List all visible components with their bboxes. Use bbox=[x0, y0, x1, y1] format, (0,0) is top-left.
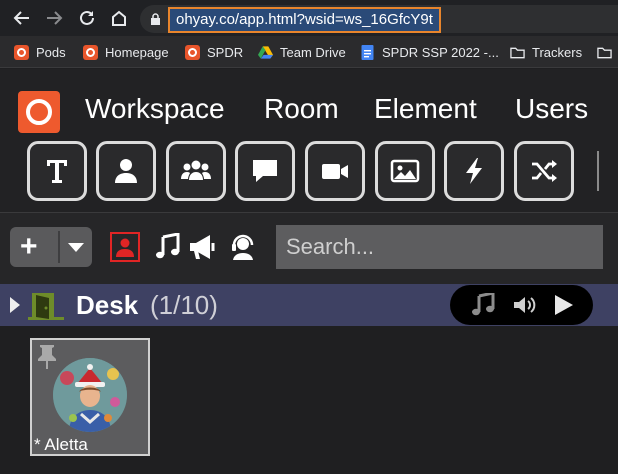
image-icon bbox=[390, 159, 420, 183]
participant-card[interactable]: * Aletta bbox=[30, 338, 150, 456]
ohyay-icon bbox=[83, 44, 98, 60]
headset-icon bbox=[232, 234, 254, 260]
search-input[interactable] bbox=[276, 225, 603, 269]
group-icon bbox=[181, 160, 211, 180]
toolbar-divider bbox=[597, 151, 599, 191]
shuffle-tool-button[interactable] bbox=[514, 141, 574, 201]
megaphone-icon bbox=[190, 235, 215, 259]
text-icon bbox=[47, 160, 67, 183]
home-button[interactable] bbox=[107, 6, 131, 30]
pin-icon[interactable] bbox=[36, 344, 58, 370]
bookmark-trackers[interactable]: Trackers bbox=[510, 43, 582, 61]
forward-button[interactable] bbox=[42, 6, 66, 30]
bookmark-label: Trackers bbox=[532, 44, 583, 60]
google-drive-icon bbox=[258, 45, 273, 59]
room-row[interactable]: Desk (1/10) bbox=[0, 284, 618, 326]
split-divider bbox=[58, 231, 60, 263]
chevron-down-icon[interactable] bbox=[68, 243, 84, 252]
lock-icon bbox=[151, 13, 160, 25]
music-mode-button[interactable] bbox=[152, 232, 182, 262]
browser-toolbar: ohyay.co/app.html?wsid=ws_16GfcY9t bbox=[0, 0, 618, 36]
home-icon bbox=[112, 10, 126, 26]
google-docs-icon bbox=[361, 44, 374, 60]
room-occupancy: (1/10) bbox=[150, 290, 218, 320]
ohyay-icon bbox=[185, 44, 200, 60]
action-tool-button[interactable] bbox=[444, 141, 504, 201]
support-mode-button[interactable] bbox=[228, 232, 258, 262]
chevron-right-icon[interactable] bbox=[10, 297, 20, 313]
menu-users[interactable]: Users bbox=[515, 93, 588, 125]
menu-element[interactable]: Element bbox=[374, 93, 477, 125]
folder-icon bbox=[510, 47, 525, 58]
play-icon[interactable] bbox=[552, 293, 574, 317]
shuffle-icon bbox=[532, 160, 557, 182]
plus-icon: + bbox=[20, 230, 38, 263]
music-note-icon bbox=[156, 233, 180, 259]
volume-icon[interactable] bbox=[512, 293, 536, 317]
bookmark-homepage[interactable]: Homepage bbox=[83, 43, 169, 61]
avatar bbox=[53, 358, 127, 432]
bookmark-folder[interactable] bbox=[597, 43, 618, 61]
reload-icon bbox=[80, 10, 94, 25]
folder-icon bbox=[597, 47, 612, 58]
bookmark-label: Homepage bbox=[105, 44, 169, 60]
bookmark-label: Team Drive bbox=[280, 44, 346, 60]
avatar-picture bbox=[53, 358, 127, 432]
ohyay-logo[interactable] bbox=[18, 91, 60, 133]
participant-mode-button[interactable] bbox=[110, 232, 140, 262]
chat-tool-button[interactable] bbox=[235, 141, 295, 201]
door-icon bbox=[28, 293, 64, 320]
broadcast-mode-button[interactable] bbox=[188, 232, 218, 262]
room-name: Desk bbox=[76, 290, 139, 320]
arrow-right-icon bbox=[47, 11, 63, 25]
reload-button[interactable] bbox=[75, 6, 99, 30]
menu-workspace[interactable]: Workspace bbox=[85, 93, 225, 125]
person-icon bbox=[116, 238, 134, 257]
room-content: * Aletta bbox=[0, 326, 618, 474]
person-tool-button[interactable] bbox=[96, 141, 156, 201]
ohyay-icon bbox=[14, 44, 29, 60]
bookmark-spdr-ssp[interactable]: SPDR SSP 2022 -... bbox=[360, 43, 499, 61]
url-text[interactable]: ohyay.co/app.html?wsid=ws_16GfcY9t bbox=[168, 7, 441, 33]
participant-name: * Aletta bbox=[34, 435, 88, 454]
music-note-icon[interactable] bbox=[470, 293, 496, 317]
bookmark-label: SPDR bbox=[207, 44, 244, 60]
image-tool-button[interactable] bbox=[375, 141, 435, 201]
video-tool-button[interactable] bbox=[305, 141, 365, 201]
video-camera-icon bbox=[322, 164, 348, 179]
group-tool-button[interactable] bbox=[166, 141, 226, 201]
bookmark-team-drive[interactable]: Team Drive bbox=[258, 43, 346, 61]
arrow-left-icon bbox=[13, 11, 29, 25]
speech-bubble-icon bbox=[253, 160, 277, 182]
app-header: Workspace Room Element Users bbox=[0, 69, 618, 212]
room-toolbar: + bbox=[0, 212, 618, 284]
room-audio-player bbox=[450, 285, 593, 325]
add-element-button[interactable]: + bbox=[10, 227, 92, 267]
menu-room[interactable]: Room bbox=[264, 93, 339, 125]
person-icon bbox=[115, 159, 137, 183]
back-button[interactable] bbox=[10, 6, 34, 30]
bookmark-label: Pods bbox=[36, 44, 66, 60]
text-tool-button[interactable] bbox=[27, 141, 87, 201]
bookmark-spdr[interactable]: SPDR bbox=[185, 43, 243, 61]
bookmark-label: SPDR SSP 2022 -... bbox=[382, 44, 499, 60]
lightning-icon bbox=[466, 158, 482, 184]
bookmark-pods[interactable]: Pods bbox=[14, 43, 66, 61]
bookmarks-bar: Pods Homepage SPDR Team Drive SPDR SSP 2… bbox=[0, 36, 618, 68]
